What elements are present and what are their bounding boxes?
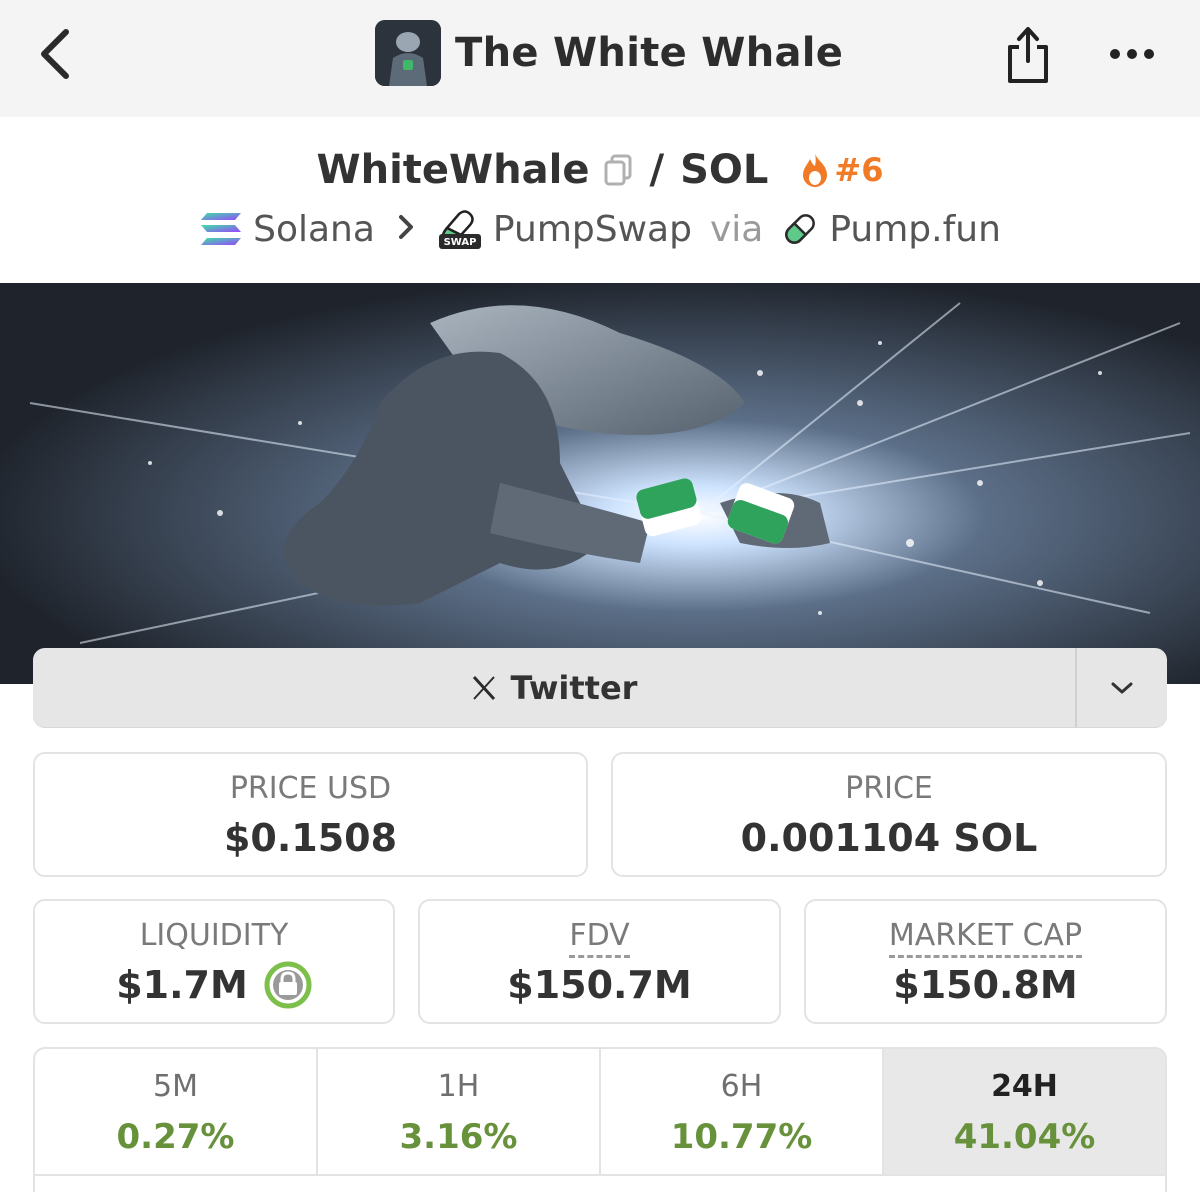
change-tab-1h[interactable]: 1H 3.16% bbox=[318, 1049, 601, 1174]
pair-separator: / bbox=[649, 147, 665, 193]
chain-chip[interactable]: Solana bbox=[199, 209, 375, 250]
price-usd-value: $0.1508 bbox=[223, 816, 398, 860]
launchpad-chip[interactable]: Pump.fun bbox=[781, 209, 1001, 250]
page-title: The White Whale bbox=[455, 30, 844, 76]
liquidity-label: LIQUIDITY bbox=[139, 918, 289, 953]
twitter-label: Twitter bbox=[510, 668, 638, 707]
launchpad-name: Pump.fun bbox=[829, 208, 1001, 250]
market-cap-value: $150.8M bbox=[893, 963, 1078, 1007]
fdv-value: $150.7M bbox=[507, 963, 692, 1007]
trending-rank: #6 bbox=[834, 151, 884, 189]
fdv-card: FDV $150.7M bbox=[418, 899, 781, 1024]
solana-logo-icon bbox=[201, 213, 242, 245]
flame-icon bbox=[803, 154, 828, 187]
pill-icon bbox=[785, 214, 816, 244]
social-dropdown-toggle[interactable] bbox=[1075, 648, 1167, 727]
liquidity-locked-button[interactable] bbox=[264, 961, 312, 1009]
lock-icon bbox=[264, 961, 312, 1009]
more-options-button[interactable] bbox=[1102, 36, 1162, 72]
chevron-left-icon bbox=[41, 29, 69, 79]
price-usd-card: PRICE USD $0.1508 bbox=[33, 752, 588, 877]
price-native-label: PRICE bbox=[845, 771, 933, 806]
change-tab-5m[interactable]: 5M 0.27% bbox=[35, 1049, 318, 1174]
change-label: 1H bbox=[437, 1069, 480, 1104]
liquidity-value-row: $1.7M bbox=[35, 961, 393, 1009]
price-usd-label: PRICE USD bbox=[229, 771, 392, 806]
via-label: via bbox=[709, 208, 764, 250]
dex-badge-text: SWAP bbox=[443, 237, 476, 248]
token-banner-image bbox=[0, 283, 1200, 684]
price-change-tabs: 5M 0.27% 1H 3.16% 6H 10.77% 24H 41.04% bbox=[35, 1049, 1165, 1176]
token-avatar bbox=[375, 20, 441, 86]
liquidity-card: LIQUIDITY $1.7M bbox=[33, 899, 395, 1024]
change-value: 41.04% bbox=[953, 1117, 1096, 1157]
more-dots-icon bbox=[1110, 49, 1154, 59]
change-label: 6H bbox=[720, 1069, 763, 1104]
price-native-value: 0.001104 SOL bbox=[740, 816, 1038, 860]
top-navigation-bar: The White Whale bbox=[0, 0, 1200, 117]
pumpswap-logo-icon: SWAP bbox=[438, 210, 481, 249]
change-value: 0.27% bbox=[116, 1117, 235, 1157]
dex-name: PumpSwap bbox=[492, 208, 692, 250]
quote-token-name: SOL bbox=[680, 147, 769, 193]
change-value: 3.16% bbox=[399, 1117, 518, 1157]
x-logo-icon bbox=[472, 675, 495, 700]
market-cap-label[interactable]: MARKET CAP bbox=[888, 918, 1083, 958]
back-button[interactable] bbox=[30, 24, 80, 84]
base-token-name: WhiteWhale bbox=[316, 147, 590, 193]
liquidity-value: $1.7M bbox=[116, 963, 248, 1007]
chevron-right-icon bbox=[397, 209, 415, 249]
price-change-table: 5M 0.27% 1H 3.16% 6H 10.77% 24H 41.04% bbox=[33, 1047, 1167, 1192]
change-tab-24h[interactable]: 24H 41.04% bbox=[884, 1049, 1165, 1174]
route-breadcrumb: Solana SWAP PumpSwap via Pump.fun bbox=[0, 204, 1200, 254]
trending-rank-badge[interactable]: #6 bbox=[800, 151, 884, 189]
social-links-bar: Twitter bbox=[33, 648, 1167, 727]
price-native-card: PRICE 0.001104 SOL bbox=[611, 752, 1167, 877]
fdv-label[interactable]: FDV bbox=[569, 918, 630, 958]
market-cap-card: MARKET CAP $150.8M bbox=[804, 899, 1167, 1024]
copy-address-button[interactable] bbox=[602, 152, 634, 188]
dex-chip[interactable]: SWAP PumpSwap bbox=[437, 208, 692, 250]
change-label: 24H bbox=[991, 1069, 1058, 1104]
copy-icon bbox=[604, 154, 631, 186]
share-button[interactable] bbox=[1000, 20, 1056, 90]
chain-name: Solana bbox=[253, 208, 375, 250]
pair-header: WhiteWhale / SOL #6 bbox=[0, 140, 1200, 200]
chevron-down-icon bbox=[1111, 682, 1133, 693]
change-value: 10.77% bbox=[670, 1117, 813, 1157]
change-label: 5M bbox=[153, 1069, 198, 1104]
twitter-link-button[interactable]: Twitter bbox=[33, 648, 1075, 727]
share-icon bbox=[1008, 27, 1048, 83]
change-tab-6h[interactable]: 6H 10.77% bbox=[601, 1049, 884, 1174]
title-group: The White Whale bbox=[375, 20, 843, 86]
